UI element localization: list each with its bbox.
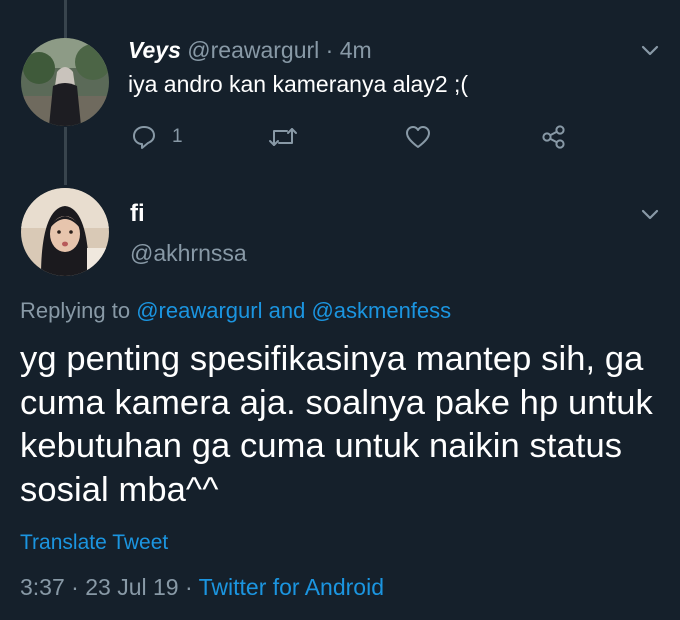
- replying-conjunction: and: [268, 298, 306, 323]
- replying-user-link-2[interactable]: @askmenfess: [311, 298, 451, 323]
- parent-chevron-down-icon[interactable]: [638, 38, 662, 62]
- parent-timestamp[interactable]: 4m: [340, 37, 372, 63]
- share-action[interactable]: [540, 122, 568, 152]
- parent-tweet-text: iya andro kan kameranya alay2 ;(: [128, 71, 469, 97]
- heart-icon: [406, 126, 430, 148]
- meta-separator: ·: [184, 574, 193, 600]
- main-avatar[interactable]: [21, 188, 109, 276]
- retweet-icon: [269, 128, 297, 146]
- parent-avatar[interactable]: [21, 38, 109, 126]
- tweet-source-link[interactable]: Twitter for Android: [199, 574, 384, 600]
- reply-action[interactable]: 1: [130, 122, 183, 152]
- tweet-text-line: kebutuhan ga cuma untuk naikin status: [20, 427, 623, 465]
- parent-tweet-header: Veys @reawargurl · 4m: [128, 36, 372, 64]
- tweet-text-line: cuma kamera aja. soalnya pake hp untuk: [20, 383, 653, 422]
- main-chevron-down-icon[interactable]: [638, 202, 662, 226]
- main-tweet-text: yg penting spesifikasinya mantep sih, ga…: [20, 338, 660, 512]
- tweet-text-line: yg penting spesifikasinya mantep sih, ga: [20, 340, 644, 378]
- replying-prefix: Replying to: [20, 298, 131, 323]
- parent-handle[interactable]: @reawargurl: [187, 37, 319, 63]
- thread-line-middle: [64, 127, 67, 185]
- replying-to: Replying to @reawargurl and @askmenfess: [20, 298, 451, 324]
- retweet-action[interactable]: [267, 122, 299, 152]
- share-icon: [542, 125, 565, 149]
- parent-display-name[interactable]: Veys: [128, 37, 181, 63]
- main-handle[interactable]: @akhrnssa: [130, 240, 247, 267]
- reply-count: 1: [172, 126, 183, 147]
- translate-tweet-link[interactable]: Translate Tweet: [20, 531, 168, 555]
- tweet-text-line: sosial mba^^: [20, 470, 219, 509]
- parent-separator: ·: [325, 37, 334, 63]
- main-display-name[interactable]: fi: [130, 200, 145, 228]
- reply-icon: [133, 126, 155, 149]
- meta-separator: ·: [71, 574, 79, 600]
- replying-user-link-1[interactable]: @reawargurl: [136, 298, 262, 323]
- like-action[interactable]: [404, 122, 432, 152]
- tweet-metadata: 3:37 · 23 Jul 19 · Twitter for Android: [20, 574, 384, 601]
- thread-line-top: [64, 0, 67, 38]
- tweet-time: 3:37: [20, 574, 65, 600]
- tweet-date: 23 Jul 19: [85, 574, 179, 600]
